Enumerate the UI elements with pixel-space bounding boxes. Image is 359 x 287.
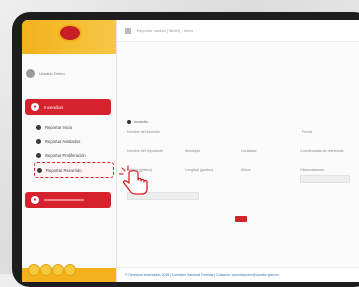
submenu-item-reportar-proliferacion[interactable]: Reportar Proliferación	[36, 148, 114, 162]
submenu-label: Reportar Recorrido	[46, 167, 82, 173]
folder-icon	[36, 124, 41, 130]
submenu-item-reportar-inicio[interactable]: Reportar Inicio	[36, 120, 114, 134]
submenu-label: Reportar Proliferación	[45, 152, 86, 158]
field-label: Fecha	[302, 130, 312, 134]
coin-icon	[28, 264, 40, 276]
sidebar-item-secondary[interactable]: ●	[25, 192, 111, 208]
sidebar-item-label	[44, 199, 84, 201]
coin-icon	[64, 264, 76, 276]
radio-label: Incendio	[134, 120, 149, 124]
submenu-label: Reportar Avistados	[45, 138, 81, 144]
submenu-label: Reportar Inicio	[45, 124, 73, 130]
folder-icon	[36, 138, 41, 144]
hand-pointer-icon	[119, 165, 148, 195]
sidebar-footer-band	[22, 264, 116, 282]
avatar	[26, 68, 35, 78]
field-label: Coordenadas de referencia	[300, 149, 344, 153]
field-label: Nombre del incendio	[127, 130, 160, 134]
topbar: Reportar unidad (Tablet) - Inicio	[117, 20, 359, 42]
grid-icon[interactable]	[125, 27, 131, 34]
field-label: Altura	[241, 168, 251, 172]
sidebar: Usuario Demo ● Incendios Reportar Inicio…	[22, 20, 117, 282]
coin-icon	[40, 264, 52, 276]
field-label: Observaciones	[300, 168, 324, 172]
brand-logo	[60, 26, 80, 40]
footer: © Derechos reservados 2018 | Comisión Na…	[117, 267, 359, 282]
observaciones-field[interactable]	[300, 175, 350, 183]
submenu: Reportar Inicio Reportar Avistados Repor…	[34, 120, 114, 178]
field-label: Localidad	[241, 149, 257, 153]
radio-button[interactable]	[127, 120, 131, 124]
user-row[interactable]: Usuario Demo	[26, 66, 112, 80]
submit-button[interactable]	[235, 216, 247, 222]
submenu-item-reportar-recorrido[interactable]: Reportar Recorrido	[34, 162, 114, 178]
sidebar-item-incendios[interactable]: ● Incendios	[25, 99, 111, 115]
circle-icon: ●	[31, 196, 39, 204]
breadcrumb: Reportar unidad (Tablet) - Inicio	[137, 28, 194, 33]
field-label: Nombre del reportante	[127, 149, 163, 153]
folder-icon	[37, 167, 42, 173]
tablet-screen: Usuario Demo ● Incendios Reportar Inicio…	[22, 20, 359, 282]
sidebar-item-label: Incendios	[44, 104, 64, 110]
option-row[interactable]: Incendio	[127, 120, 148, 124]
field-label: Longitud (grados)	[185, 168, 214, 172]
logo-band	[22, 20, 116, 54]
coin-icon	[52, 264, 64, 276]
user-name: Usuario Demo	[39, 70, 65, 76]
field-label: Municipio	[185, 149, 201, 153]
fire-icon: ●	[31, 103, 39, 111]
folder-icon	[36, 152, 41, 158]
form-area: Incendio Nombre del incendio Fecha Nombr…	[117, 42, 359, 267]
submenu-item-reportar-avistados[interactable]: Reportar Avistados	[36, 134, 114, 148]
